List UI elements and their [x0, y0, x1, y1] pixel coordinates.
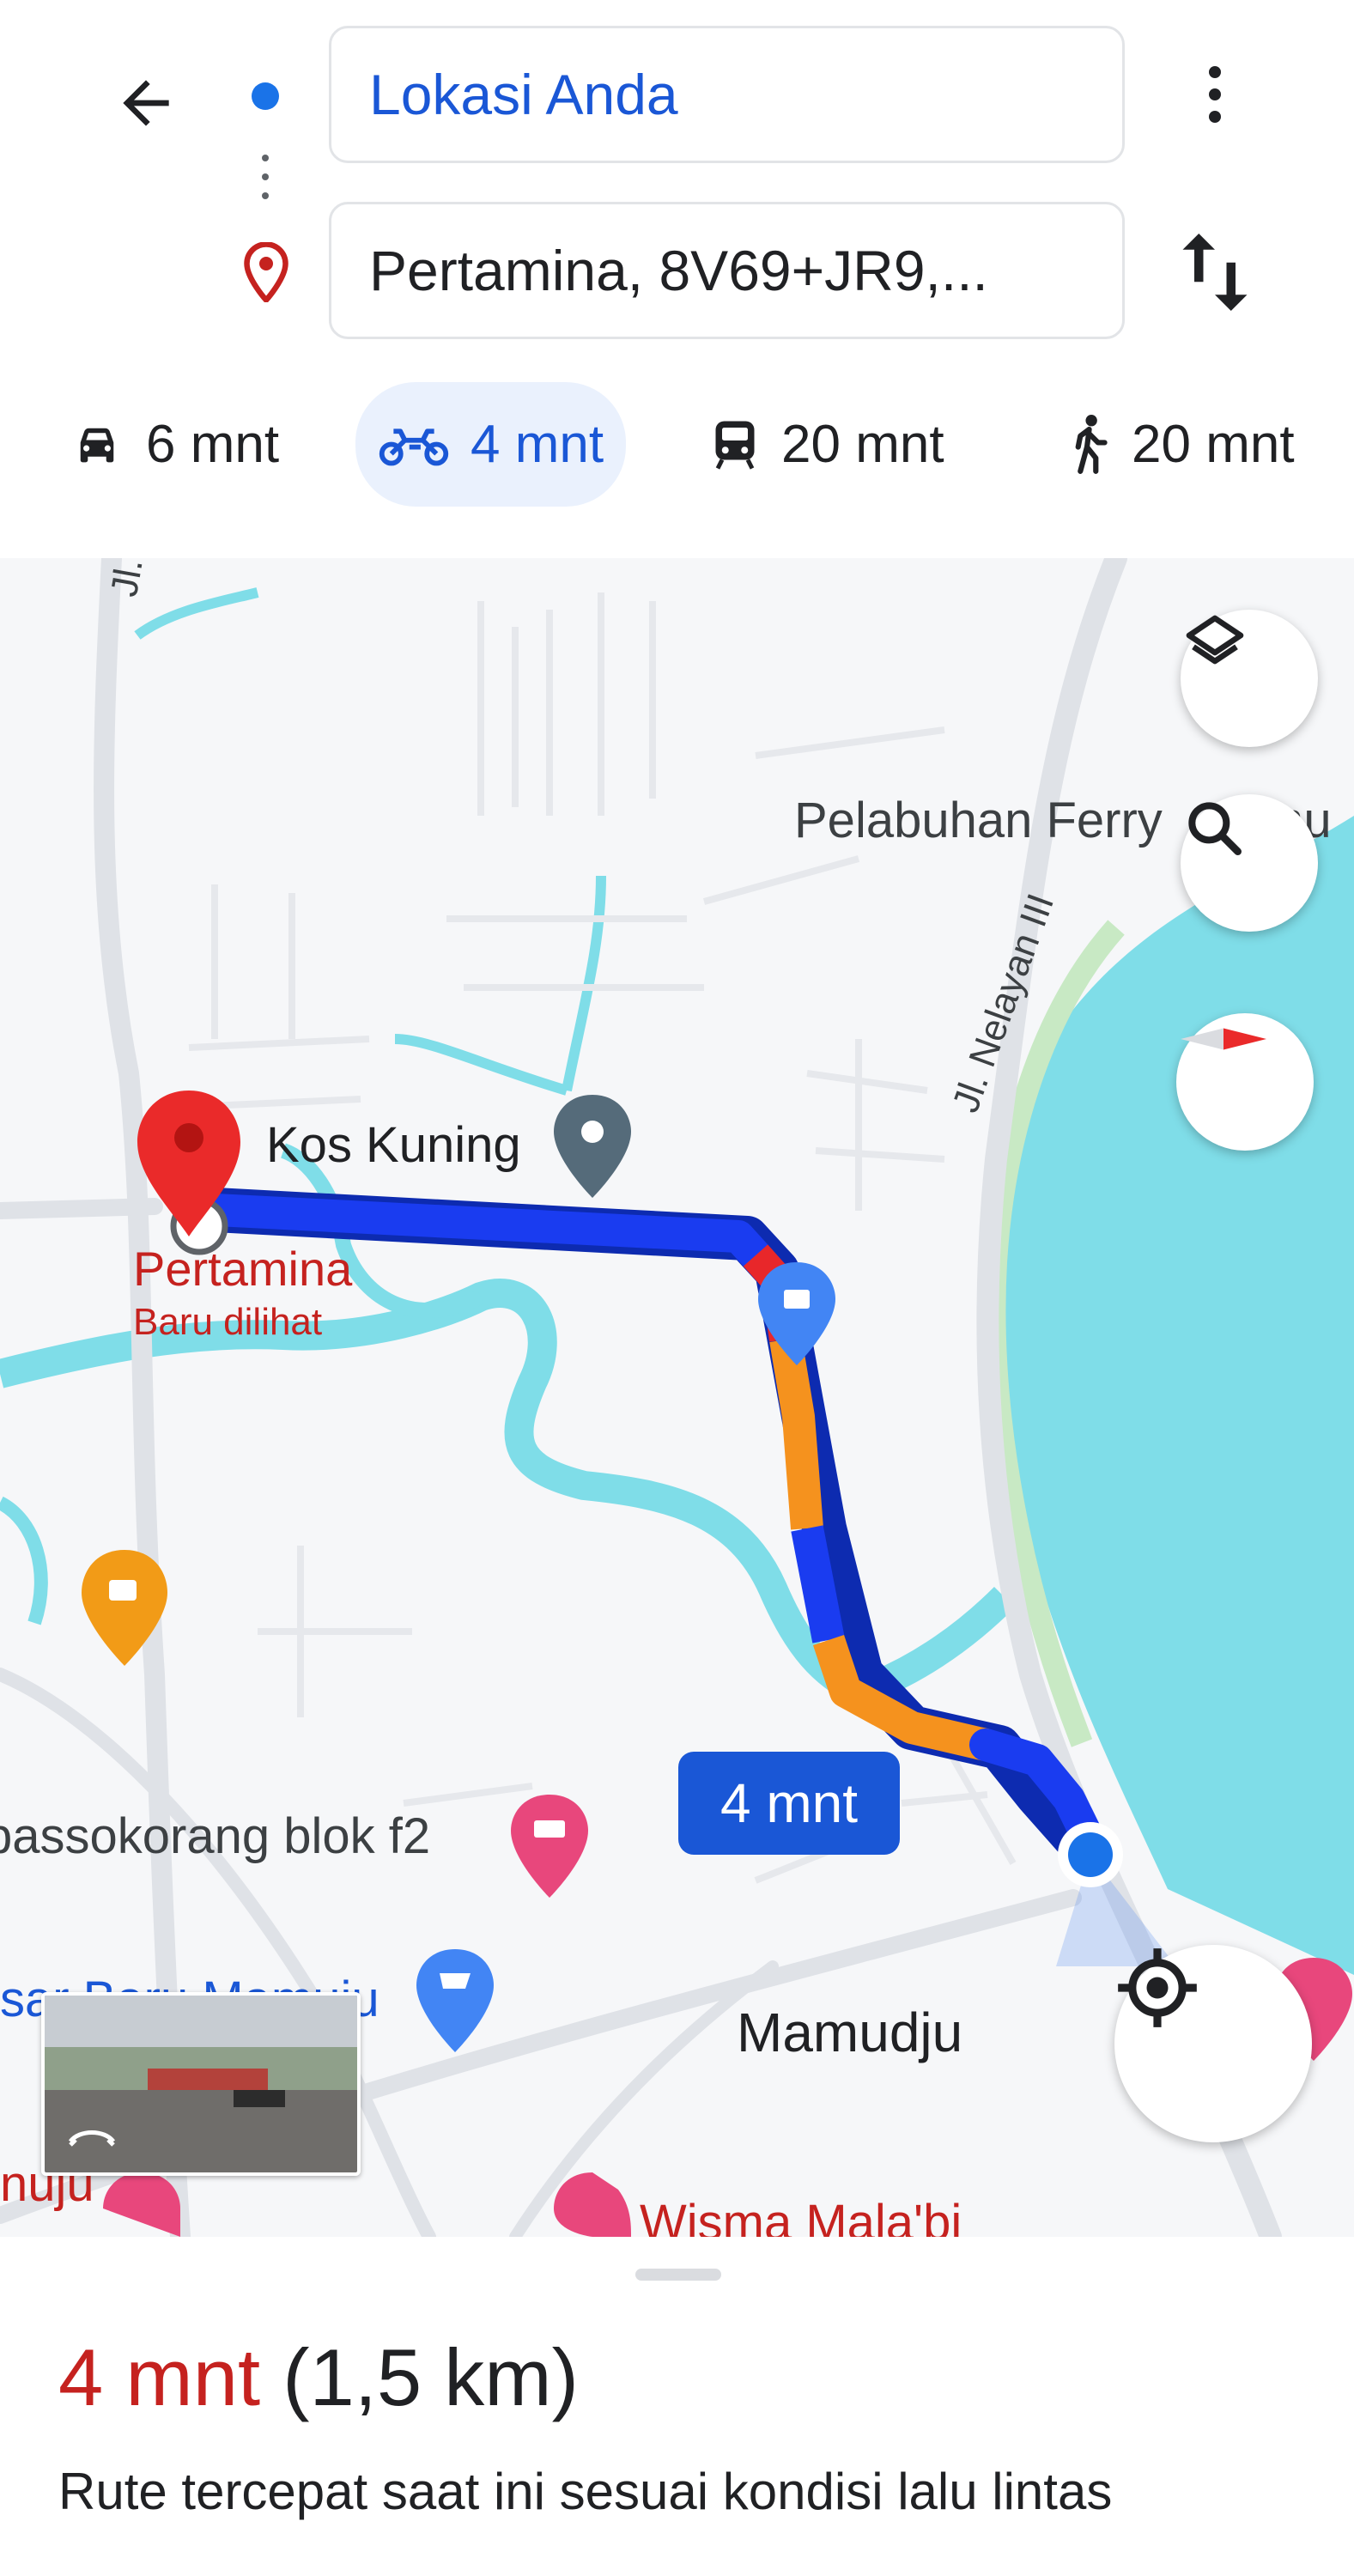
- layers-icon: [1186, 615, 1244, 665]
- street-view-thumbnail[interactable]: [41, 1992, 361, 2176]
- map-view[interactable]: Jl. I Pelabuhan Ferry mu Jl. Nelayan III…: [0, 558, 1354, 2237]
- tab-motorcycle-label: 4 mnt: [471, 415, 604, 474]
- origin-field[interactable]: Lokasi Anda: [329, 26, 1125, 163]
- hotel-pin-icon: [511, 1795, 588, 1898]
- search-along-route-button[interactable]: [1181, 794, 1318, 932]
- kos-kuning-label[interactable]: Kos Kuning: [266, 1116, 521, 1174]
- route-segment-2: [791, 1525, 845, 1643]
- directions-header: Lokasi Anda Pertamina, 8V69+JR9,... 6 mn…: [0, 0, 1354, 558]
- walk-icon: [1075, 414, 1108, 474]
- route-description: Rute tercepat saat ini sesuai kondisi la…: [58, 2463, 1113, 2520]
- hotel-pin-icon-3: [554, 2172, 631, 2237]
- destination-field[interactable]: Pertamina, 8V69+JR9,...: [329, 202, 1125, 339]
- drag-handle[interactable]: [635, 2269, 721, 2281]
- river-left: [0, 1496, 48, 1625]
- tab-driving-label: 6 mnt: [146, 415, 280, 474]
- search-icon: [1188, 802, 1242, 855]
- passokorang-label[interactable]: passokorang blok f2: [0, 1807, 430, 1865]
- origin-dot-icon: [252, 82, 279, 110]
- wisma-label[interactable]: Wisma Mala'bi: [640, 2194, 962, 2237]
- transit-icon: [715, 421, 755, 470]
- layers-button[interactable]: [1181, 610, 1318, 747]
- recently-viewed-label: Baru dilihat: [133, 1301, 323, 1343]
- route-distance: (1,5 km): [282, 2332, 579, 2422]
- river-north: [134, 587, 606, 1096]
- tab-motorcycle[interactable]: 4 mnt: [355, 382, 627, 507]
- place-pin-icon: [554, 1095, 631, 1198]
- travel-mode-tabs: 6 mnt 4 mnt 20 mnt 20 mnt: [0, 382, 1354, 507]
- my-location-button[interactable]: [1114, 1945, 1312, 2142]
- more-vert-icon: [1209, 66, 1221, 78]
- tab-transit-label: 20 mnt: [781, 415, 944, 474]
- destination-label[interactable]: Pertamina: [133, 1241, 352, 1297]
- cart-pin-icon: [416, 1949, 494, 2052]
- destination-pin-icon: [244, 242, 288, 302]
- route-dots-icon: [262, 155, 269, 215]
- tab-transit[interactable]: 20 mnt: [709, 382, 944, 507]
- more-options-button[interactable]: [1185, 52, 1245, 137]
- tab-driving[interactable]: 6 mnt: [69, 382, 279, 507]
- route-summary-sheet[interactable]: 4 mnt (1,5 km) Rute tercepat saat ini se…: [0, 2237, 1354, 2576]
- arrow-back-icon: [123, 80, 169, 126]
- compass-button[interactable]: [1176, 1013, 1314, 1151]
- route-duration: 4 mnt: [58, 2332, 261, 2422]
- city-label: Mamudju: [737, 2002, 963, 2063]
- route-summary-title: 4 mnt (1,5 km): [58, 2331, 579, 2424]
- back-button[interactable]: [103, 60, 189, 146]
- street-view-image: [45, 1996, 357, 2172]
- swap-directions-button[interactable]: [1176, 225, 1254, 319]
- ferry-port-label[interactable]: Pelabuhan Ferry: [794, 792, 1163, 849]
- tab-walking[interactable]: 20 mnt: [1063, 382, 1295, 507]
- route-eta-bubble[interactable]: 4 mnt: [678, 1752, 900, 1855]
- route-segment-slow-1: [769, 1336, 823, 1530]
- my-location-icon: [1118, 1948, 1197, 2027]
- motorcycle-icon: [379, 428, 449, 465]
- compass-icon: [1181, 1028, 1266, 1050]
- tab-walking-label: 20 mnt: [1132, 415, 1295, 474]
- car-icon: [80, 428, 114, 462]
